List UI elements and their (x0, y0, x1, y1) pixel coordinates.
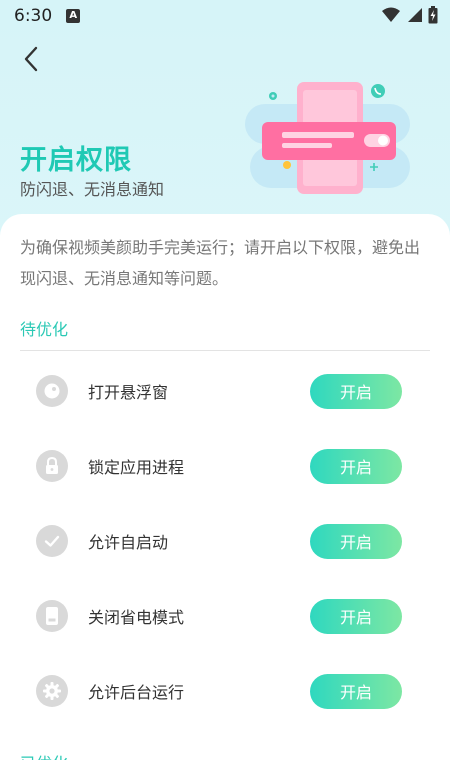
enable-background-run-button[interactable]: 开启 (310, 673, 402, 709)
permission-card: 为确保视频美颜助手完美运行；请开启以下权限，避免出现闪退、无消息通知等问题。 待… (0, 214, 450, 760)
check-icon (36, 525, 68, 557)
enable-autostart-button[interactable]: 开启 (310, 523, 402, 559)
permission-label: 允许自启动 (88, 533, 169, 552)
wifi-icon (382, 7, 400, 22)
permission-label: 打开悬浮窗 (88, 383, 169, 402)
permission-label: 关闭省电模式 (88, 608, 185, 627)
enable-floating-window-button[interactable]: 开启 (310, 373, 402, 409)
floating-window-icon (36, 375, 68, 407)
permission-label: 锁定应用进程 (88, 458, 185, 477)
permission-description: 为确保视频美颜助手完美运行；请开启以下权限，避免出现闪退、无消息通知等问题。 (20, 238, 421, 288)
permission-row-autostart: 允许自启动 开启 (36, 521, 406, 561)
battery-status-icon (428, 6, 438, 24)
section-divider (20, 350, 430, 351)
permission-row-background-run: 允许后台运行 开启 (36, 671, 406, 711)
app-notification-icon: A (66, 9, 81, 23)
gear-icon (36, 675, 68, 707)
status-bar: 6:30 A (0, 0, 450, 32)
phone-notification-illustration (245, 82, 410, 194)
signal-icon (408, 8, 422, 22)
permission-row-power-saving: 关闭省电模式 开启 (36, 596, 406, 636)
back-button[interactable] (18, 44, 48, 74)
section-done-title: 已优化 (20, 750, 68, 760)
lock-icon (36, 450, 68, 482)
page-subtitle: 防闪退、无消息通知 (20, 180, 165, 199)
disable-power-saving-button[interactable]: 开启 (310, 598, 402, 634)
section-pending-title: 待优化 (20, 320, 69, 339)
permission-row-floating-window: 打开悬浮窗 开启 (36, 371, 406, 411)
status-time: 6:30 (14, 6, 53, 26)
permission-row-lock-process: 锁定应用进程 开启 (36, 446, 406, 486)
page-title: 开启权限 (20, 145, 132, 176)
status-icons (382, 6, 438, 24)
chevron-left-icon (24, 46, 38, 72)
permission-label: 允许后台运行 (88, 683, 185, 702)
battery-icon (36, 600, 68, 632)
enable-lock-process-button[interactable]: 开启 (310, 448, 402, 484)
